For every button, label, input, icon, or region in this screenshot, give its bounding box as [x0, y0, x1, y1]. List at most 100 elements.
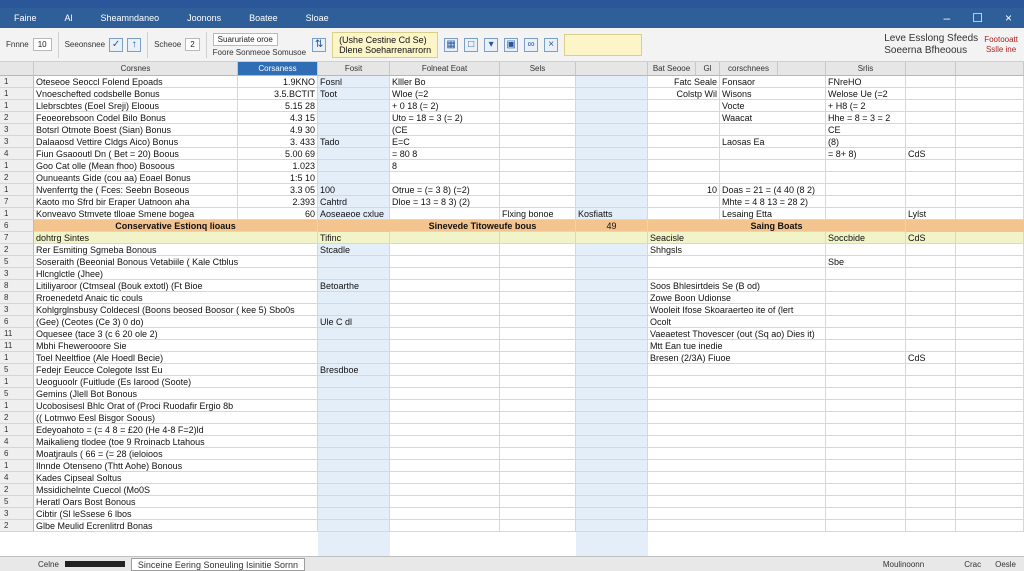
cell[interactable]: [956, 340, 1024, 352]
cell[interactable]: [576, 124, 648, 136]
cell[interactable]: Cahtrd: [318, 196, 390, 208]
chart-icon[interactable]: □: [464, 37, 479, 52]
cell[interactable]: [390, 208, 500, 220]
cell[interactable]: Ounueants Gide (cou aa) Eoael Bonus: [34, 172, 238, 184]
row-number[interactable]: 7: [4, 197, 8, 206]
cell[interactable]: [576, 304, 648, 316]
cell[interactable]: [576, 112, 648, 124]
cell[interactable]: Wooleit Ifose Skoaraerteo ite of (lert: [648, 304, 826, 316]
cell[interactable]: [956, 388, 1024, 400]
cell[interactable]: [956, 376, 1024, 388]
cell[interactable]: [318, 160, 390, 172]
row-number[interactable]: 2: [4, 173, 8, 182]
cell[interactable]: Dalaaosd Vettire Cldgs Aico) Bonus: [34, 136, 238, 148]
sheet-grid[interactable]: Corsnes Corsaness Fosit Folneat Eoat Sels Bat…: [0, 62, 1024, 556]
row-header[interactable]: 1: [0, 424, 34, 436]
row-header[interactable]: 3: [0, 268, 34, 280]
cell[interactable]: Doas = 21 = (4 40 (8 2): [720, 184, 826, 196]
cell[interactable]: [648, 400, 826, 412]
cell[interactable]: + H8 (= 2: [826, 100, 906, 112]
cell[interactable]: Ilnnde Otenseno (Thtt Aohe) Bonous: [34, 460, 318, 472]
filter-icon[interactable]: ▾: [484, 37, 499, 52]
row-number[interactable]: 1: [4, 77, 8, 86]
cell[interactable]: [956, 100, 1024, 112]
cell[interactable]: [390, 268, 500, 280]
cell[interactable]: [500, 412, 576, 424]
cell[interactable]: [906, 196, 956, 208]
column-header[interactable]: Srlis: [826, 62, 906, 76]
row-header[interactable]: 3: [0, 508, 34, 520]
cell[interactable]: FNreHO: [826, 76, 906, 88]
cell[interactable]: [648, 172, 720, 184]
column-header[interactable]: [906, 62, 956, 76]
row-number[interactable]: 1: [4, 209, 8, 218]
cell[interactable]: [390, 484, 500, 496]
cell[interactable]: [576, 184, 648, 196]
cell[interactable]: [906, 172, 956, 184]
row-header[interactable]: 6: [0, 220, 34, 232]
cell[interactable]: [390, 340, 500, 352]
cell[interactable]: [826, 208, 906, 220]
cell[interactable]: E=C: [390, 136, 500, 148]
cell[interactable]: [826, 292, 906, 304]
cell[interactable]: CdS: [906, 232, 956, 244]
cell[interactable]: [500, 244, 576, 256]
cell[interactable]: Fatc Seale: [648, 76, 720, 88]
cell[interactable]: [318, 424, 390, 436]
close-x-icon[interactable]: ×: [544, 37, 559, 52]
cell[interactable]: [500, 112, 576, 124]
row-header[interactable]: 3: [0, 136, 34, 148]
row-header[interactable]: 5: [0, 388, 34, 400]
cell[interactable]: [956, 328, 1024, 340]
cell[interactable]: Laosas Ea: [720, 136, 826, 148]
column-header[interactable]: Folneat Eoat: [390, 62, 500, 76]
row-header[interactable]: 1: [0, 76, 34, 88]
cell[interactable]: [500, 376, 576, 388]
cell[interactable]: [648, 424, 826, 436]
cell[interactable]: [318, 508, 390, 520]
cell[interactable]: [500, 436, 576, 448]
cell[interactable]: [390, 400, 500, 412]
cell[interactable]: [318, 520, 390, 532]
cell[interactable]: Bresen (2/3A) Fiuoe: [648, 352, 826, 364]
cell[interactable]: [720, 148, 826, 160]
cell[interactable]: Welose Ue (=2: [826, 88, 906, 100]
row-number[interactable]: 3: [4, 137, 8, 146]
cell[interactable]: [826, 364, 906, 376]
cell[interactable]: Gemins (Jlell Bot Bonous: [34, 388, 318, 400]
cell[interactable]: [318, 148, 390, 160]
row-number[interactable]: 2: [4, 413, 8, 422]
cell[interactable]: [956, 400, 1024, 412]
row-header[interactable]: 1: [0, 376, 34, 388]
row-header[interactable]: 3: [0, 124, 34, 136]
cell[interactable]: [826, 388, 906, 400]
cell[interactable]: [576, 364, 648, 376]
cell[interactable]: [318, 400, 390, 412]
cell[interactable]: [318, 172, 390, 184]
cell[interactable]: [500, 316, 576, 328]
cell[interactable]: [500, 196, 576, 208]
cell[interactable]: Tifinc: [318, 232, 390, 244]
cell[interactable]: [318, 100, 390, 112]
cell[interactable]: + 0 18 (= 2): [390, 100, 500, 112]
cell[interactable]: [576, 436, 648, 448]
cell[interactable]: Soseraith (Beeonial Bonous Vetabiile ( K…: [34, 256, 318, 268]
cell[interactable]: [648, 160, 720, 172]
cell[interactable]: Ocolt: [648, 316, 826, 328]
cell[interactable]: Fiun Gsaooutl Dn ( Bet = 20) Boous: [34, 148, 238, 160]
cell[interactable]: [906, 508, 956, 520]
arrow-up-icon[interactable]: ↑: [127, 37, 142, 52]
style-box[interactable]: 2: [185, 38, 200, 51]
cell[interactable]: [318, 496, 390, 508]
cell[interactable]: Shhgsls: [648, 244, 826, 256]
cell[interactable]: [390, 424, 500, 436]
column-header[interactable]: Bat Seooe: [648, 62, 696, 76]
cell[interactable]: [390, 256, 500, 268]
row-number[interactable]: 1: [4, 377, 8, 386]
cell[interactable]: [826, 340, 906, 352]
cell[interactable]: [826, 412, 906, 424]
cell[interactable]: Fonsaor: [720, 76, 826, 88]
row-number[interactable]: 2: [4, 245, 8, 254]
cell[interactable]: [500, 280, 576, 292]
cell[interactable]: [576, 472, 648, 484]
